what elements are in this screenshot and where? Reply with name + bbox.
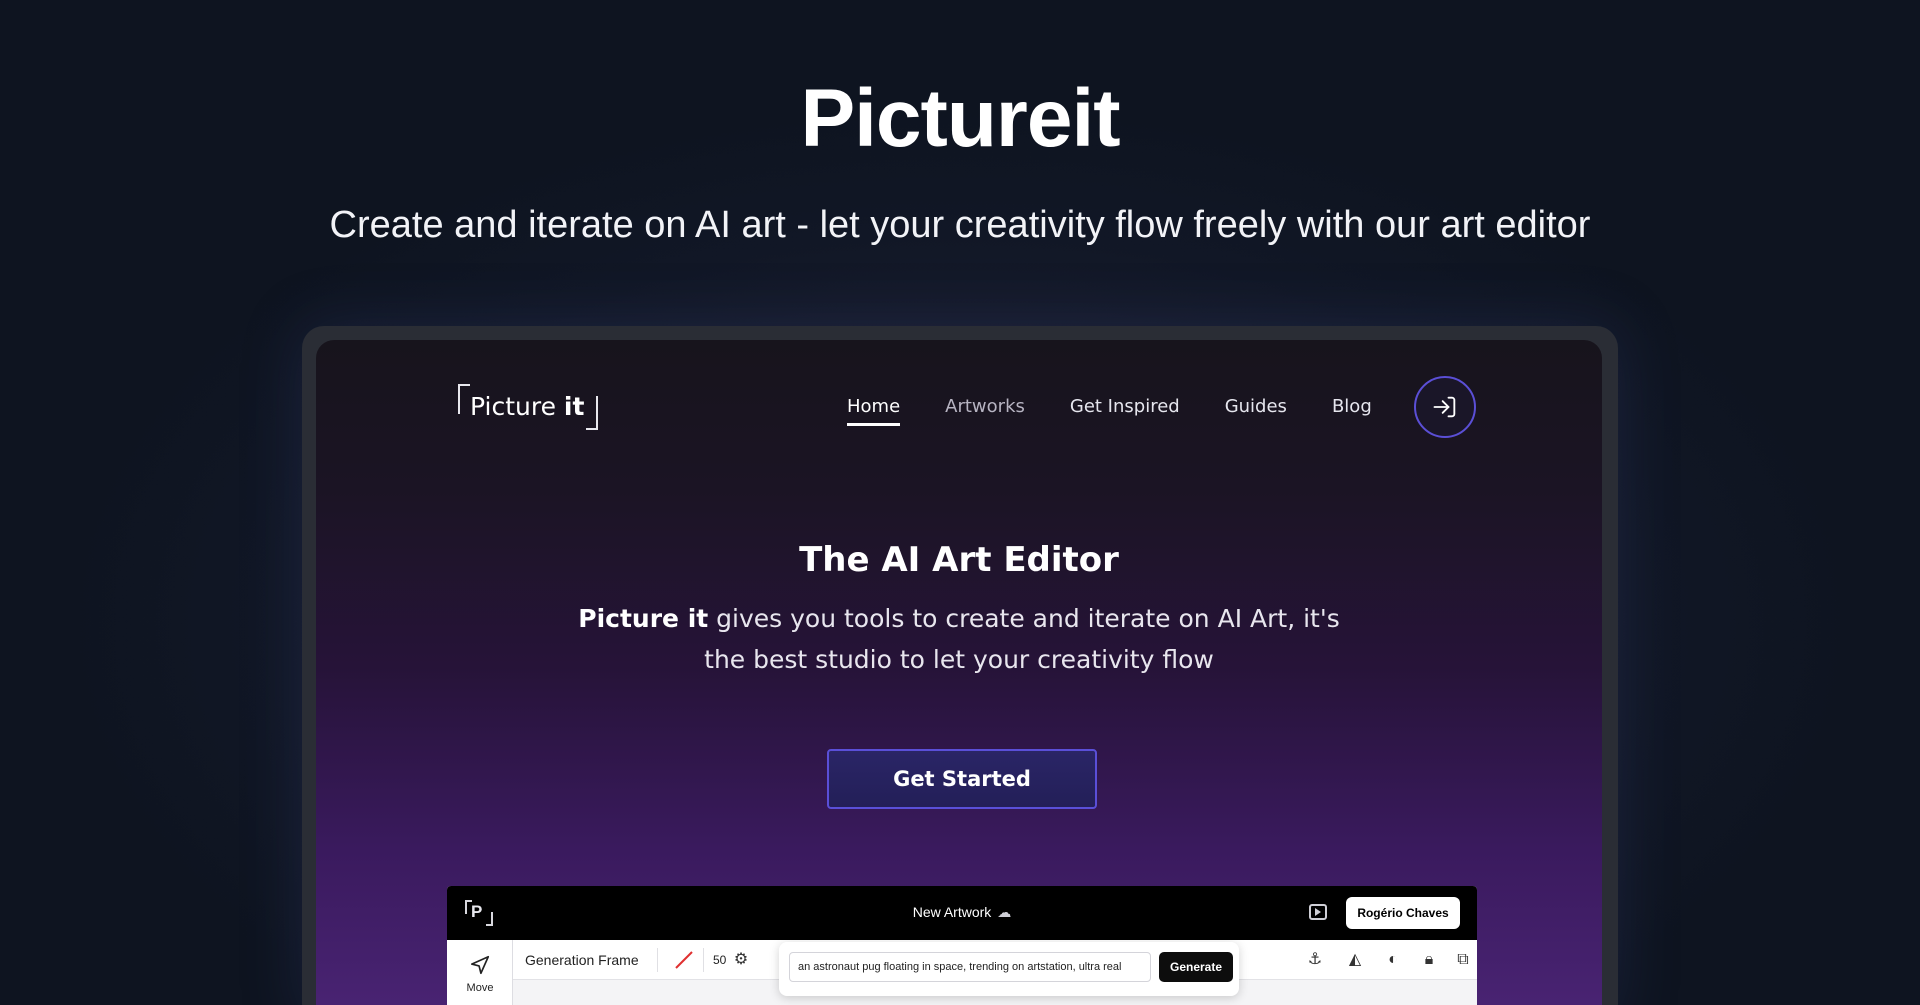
login-arrow-icon <box>1433 396 1456 418</box>
website-screen: Picture it Home Artworks Get Inspired Gu… <box>316 340 1602 1005</box>
logo-corner-top <box>458 384 470 414</box>
no-color-icon[interactable] <box>673 949 695 971</box>
contrast-icon[interactable]: ◐ <box>1383 950 1403 970</box>
hero-subtitle: Create and iterate on AI art - let your … <box>329 204 1591 246</box>
duplicate-icon[interactable]: ⧉ <box>1453 950 1473 970</box>
section-title: The AI Art Editor <box>799 540 1119 580</box>
nav-artworks[interactable]: Artworks <box>945 396 1025 426</box>
prompt-popover: Generate <box>779 942 1239 996</box>
login-button[interactable] <box>1414 376 1476 438</box>
get-started-button[interactable]: Get Started <box>827 749 1097 809</box>
lock-icon[interactable]: 🔒︎ <box>1419 950 1439 970</box>
app-header: P New Artwork ☁ Rogério Chaves <box>447 886 1477 940</box>
anchor-icon[interactable]: ⚓ <box>1305 950 1325 970</box>
nav-guides[interactable]: Guides <box>1225 396 1287 426</box>
flip-icon[interactable]: ◭ <box>1345 950 1365 970</box>
section-description: Picture it gives you tools to create and… <box>578 604 1340 674</box>
cloud-icon: ☁ <box>997 904 1012 920</box>
logo-text: Picture it <box>470 392 585 421</box>
cursor-arrow-icon <box>470 955 490 975</box>
move-tool-label: Move <box>466 982 494 994</box>
toolbar-divider <box>657 948 658 972</box>
present-icon[interactable] <box>1309 904 1327 920</box>
generation-frame-label: Generation Frame <box>525 952 639 968</box>
nav-blog[interactable]: Blog <box>1332 396 1372 426</box>
site-logo[interactable]: Picture it <box>458 384 598 430</box>
prompt-input[interactable] <box>789 952 1151 982</box>
user-button[interactable]: Rogério Chaves <box>1346 897 1460 929</box>
hero-title: Pictureit <box>800 73 1120 164</box>
generate-button[interactable]: Generate <box>1159 952 1233 982</box>
move-tool[interactable]: Move <box>447 940 513 1005</box>
nav-home[interactable]: Home <box>847 396 901 426</box>
steps-value[interactable]: 50 <box>713 953 726 967</box>
app-preview: P New Artwork ☁ Rogério Chaves Move Gener… <box>447 886 1477 1005</box>
main-nav: Home Artworks Get Inspired Guides Blog <box>847 396 1417 426</box>
steps-icon[interactable]: ⚙ <box>731 950 751 970</box>
nav-get-inspired[interactable]: Get Inspired <box>1070 396 1180 426</box>
logo-corner-bottom <box>586 396 598 430</box>
toolbar-divider <box>703 948 704 972</box>
